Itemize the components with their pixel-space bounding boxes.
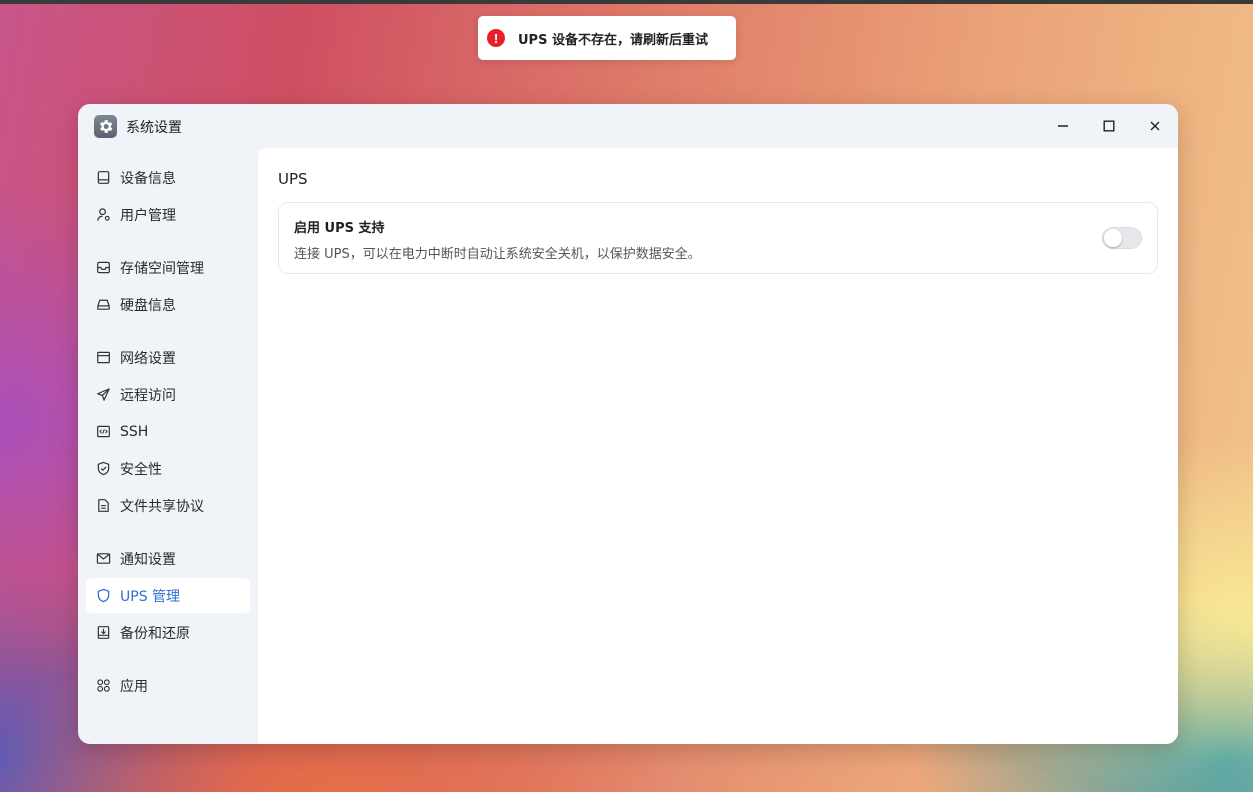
sidebar-item-remote-access[interactable]: 远程访问 — [86, 377, 250, 412]
close-icon — [1150, 121, 1160, 131]
sidebar-item-device-info[interactable]: 设备信息 — [86, 160, 250, 195]
mail-icon — [95, 551, 111, 567]
disk-icon — [95, 297, 111, 313]
error-toast: ! UPS 设备不存在，请刷新后重试 — [478, 16, 736, 60]
sidebar-item-security[interactable]: 安全性 — [86, 451, 250, 486]
sidebar-item-label: 硬盘信息 — [120, 297, 176, 314]
card-title: 启用 UPS 支持 — [294, 221, 385, 236]
sidebar-item-label: 通知设置 — [120, 551, 176, 568]
sidebar-item-disk-info[interactable]: 硬盘信息 — [86, 287, 250, 322]
maximize-icon — [1103, 120, 1115, 132]
settings-window: 系统设置 设备信息 用户管理 存储空间管理 硬盘信息 网络设置 远程访问 SSH… — [78, 104, 1178, 744]
sidebar-item-label: 安全性 — [120, 461, 162, 478]
sidebar: 设备信息 用户管理 存储空间管理 硬盘信息 网络设置 远程访问 SSH 安全性 … — [78, 148, 258, 744]
card-description: 连接 UPS，可以在电力中断时自动让系统安全关机，以保护数据安全。 — [294, 247, 701, 262]
main-content: UPS 启用 UPS 支持 连接 UPS，可以在电力中断时自动让系统安全关机，以… — [258, 148, 1178, 744]
send-icon — [95, 387, 111, 403]
sidebar-item-label: SSH — [120, 423, 149, 440]
sidebar-item-user-management[interactable]: 用户管理 — [86, 197, 250, 232]
code-icon — [95, 424, 111, 440]
title-bar: 系统设置 — [78, 104, 1178, 148]
sidebar-item-label: 备份和还原 — [120, 625, 190, 642]
sidebar-item-storage[interactable]: 存储空间管理 — [86, 250, 250, 285]
page-title: UPS — [278, 170, 308, 188]
sidebar-item-label: 网络设置 — [120, 350, 176, 367]
sidebar-item-ssh[interactable]: SSH — [86, 414, 250, 449]
storage-icon — [95, 260, 111, 276]
toast-message: UPS 设备不存在，请刷新后重试 — [518, 32, 708, 48]
ups-settings-card: 启用 UPS 支持 连接 UPS，可以在电力中断时自动让系统安全关机，以保护数据… — [278, 202, 1158, 274]
screen-top-bar — [0, 0, 1253, 4]
file-icon — [95, 498, 111, 514]
sidebar-item-label: 远程访问 — [120, 387, 176, 404]
shield-icon — [95, 588, 111, 604]
window-title: 系统设置 — [126, 120, 182, 136]
ups-enable-toggle[interactable] — [1102, 227, 1142, 249]
sidebar-item-notifications[interactable]: 通知设置 — [86, 541, 250, 576]
sidebar-item-label: 应用 — [120, 678, 148, 695]
sidebar-item-label: 文件共享协议 — [120, 498, 204, 515]
device-icon — [95, 170, 111, 186]
apps-icon — [95, 678, 111, 694]
user-icon — [95, 207, 111, 223]
sidebar-item-network[interactable]: 网络设置 — [86, 340, 250, 375]
sidebar-item-file-sharing[interactable]: 文件共享协议 — [86, 488, 250, 523]
sidebar-item-apps[interactable]: 应用 — [86, 668, 250, 703]
close-button[interactable] — [1143, 115, 1167, 137]
network-icon — [95, 350, 111, 366]
sidebar-item-backup[interactable]: 备份和还原 — [86, 615, 250, 650]
minimize-button[interactable] — [1051, 115, 1075, 137]
sidebar-item-label: 设备信息 — [120, 170, 176, 187]
sidebar-item-ups[interactable]: UPS 管理 — [86, 578, 250, 613]
shield-check-icon — [95, 461, 111, 477]
minimize-icon — [1058, 125, 1068, 127]
maximize-button[interactable] — [1097, 115, 1121, 137]
sidebar-item-label: 用户管理 — [120, 207, 176, 224]
toggle-knob — [1104, 229, 1122, 247]
backup-icon — [95, 625, 111, 641]
gear-icon — [94, 115, 117, 138]
sidebar-item-label: 存储空间管理 — [120, 260, 204, 277]
sidebar-item-label: UPS 管理 — [120, 588, 181, 605]
error-icon: ! — [487, 29, 505, 47]
